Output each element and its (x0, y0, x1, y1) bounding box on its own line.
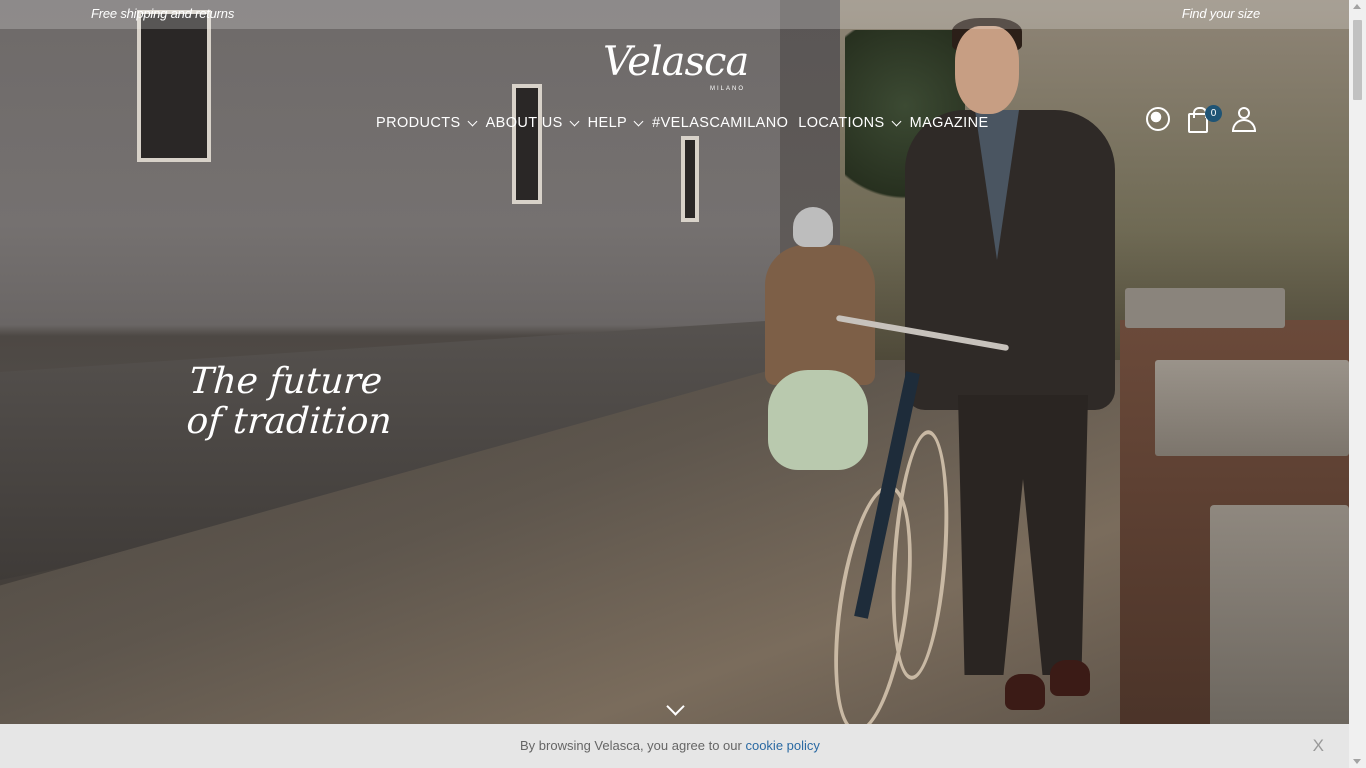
stone-bench (1125, 288, 1285, 328)
main-nav: PRODUCTS ABOUT US HELP #VELASCAMILANO LO… (376, 112, 999, 134)
tagline-line-2: of tradition (185, 401, 394, 442)
nav-label: LOCATIONS (798, 115, 885, 131)
chevron-down-icon (891, 116, 902, 126)
find-your-size-link[interactable]: Find your size (1182, 6, 1260, 21)
user-icon-head (1238, 107, 1250, 119)
chevron-down-icon[interactable] (666, 700, 684, 718)
nav-help[interactable]: HELP (587, 112, 644, 134)
nav-products[interactable]: PRODUCTS (376, 112, 478, 134)
cart-count-badge[interactable]: 0 (1205, 105, 1222, 122)
chevron-down-icon (569, 116, 580, 126)
nav-velascamilano[interactable]: #VELASCAMILANO (652, 112, 788, 134)
chevron-down-icon (467, 116, 478, 126)
logo-subtitle: MILANO (709, 86, 745, 92)
man-head (955, 26, 1019, 114)
nav-about-us[interactable]: ABOUT US (485, 112, 580, 134)
cookie-notice: By browsing Velasca, you agree to our co… (520, 738, 820, 753)
helmet (793, 207, 833, 247)
nav-label: ABOUT US (485, 115, 563, 131)
stone-bench (1155, 360, 1349, 456)
window (681, 136, 699, 222)
hero-tagline: The future of tradition (185, 361, 396, 442)
close-cookie-button[interactable]: X (1313, 736, 1324, 756)
promo-bar: Free shipping and returns Find your size (0, 0, 1349, 29)
window (137, 10, 211, 162)
chevron-down-icon (633, 116, 644, 126)
nav-label: #VELASCAMILANO (652, 115, 789, 131)
scroll-up-arrow-icon[interactable] (1353, 4, 1361, 9)
tagline-line-1: The future (188, 361, 384, 402)
nav-locations[interactable]: LOCATIONS (798, 112, 902, 134)
nav-label: PRODUCTS (376, 115, 461, 131)
nav-label: MAGAZINE (909, 115, 989, 131)
nav-label: HELP (587, 115, 628, 131)
user-icon[interactable] (1231, 107, 1257, 133)
logo-wordmark: Velasca (603, 39, 749, 85)
page-scrollbar[interactable] (1349, 0, 1366, 768)
scooter-rider (765, 245, 875, 385)
shoe (1005, 674, 1045, 710)
nav-magazine[interactable]: MAGAZINE (910, 112, 989, 134)
stone-bench (1210, 505, 1349, 735)
shoe (1050, 660, 1090, 696)
user-icon-body (1232, 119, 1256, 132)
scroll-down-arrow-icon[interactable] (1353, 759, 1361, 764)
scooter (768, 370, 868, 470)
cookie-notice-text: By browsing Velasca, you agree to our (520, 738, 746, 753)
globe-icon[interactable] (1146, 107, 1170, 131)
window (512, 84, 542, 204)
cookie-policy-link[interactable]: cookie policy (745, 738, 819, 753)
site-logo[interactable]: Velasca MILANO (603, 40, 753, 98)
scroll-thumb[interactable] (1353, 20, 1362, 100)
free-shipping-link[interactable]: Free shipping and returns (91, 6, 234, 21)
cookie-bar: By browsing Velasca, you agree to our co… (0, 724, 1349, 768)
